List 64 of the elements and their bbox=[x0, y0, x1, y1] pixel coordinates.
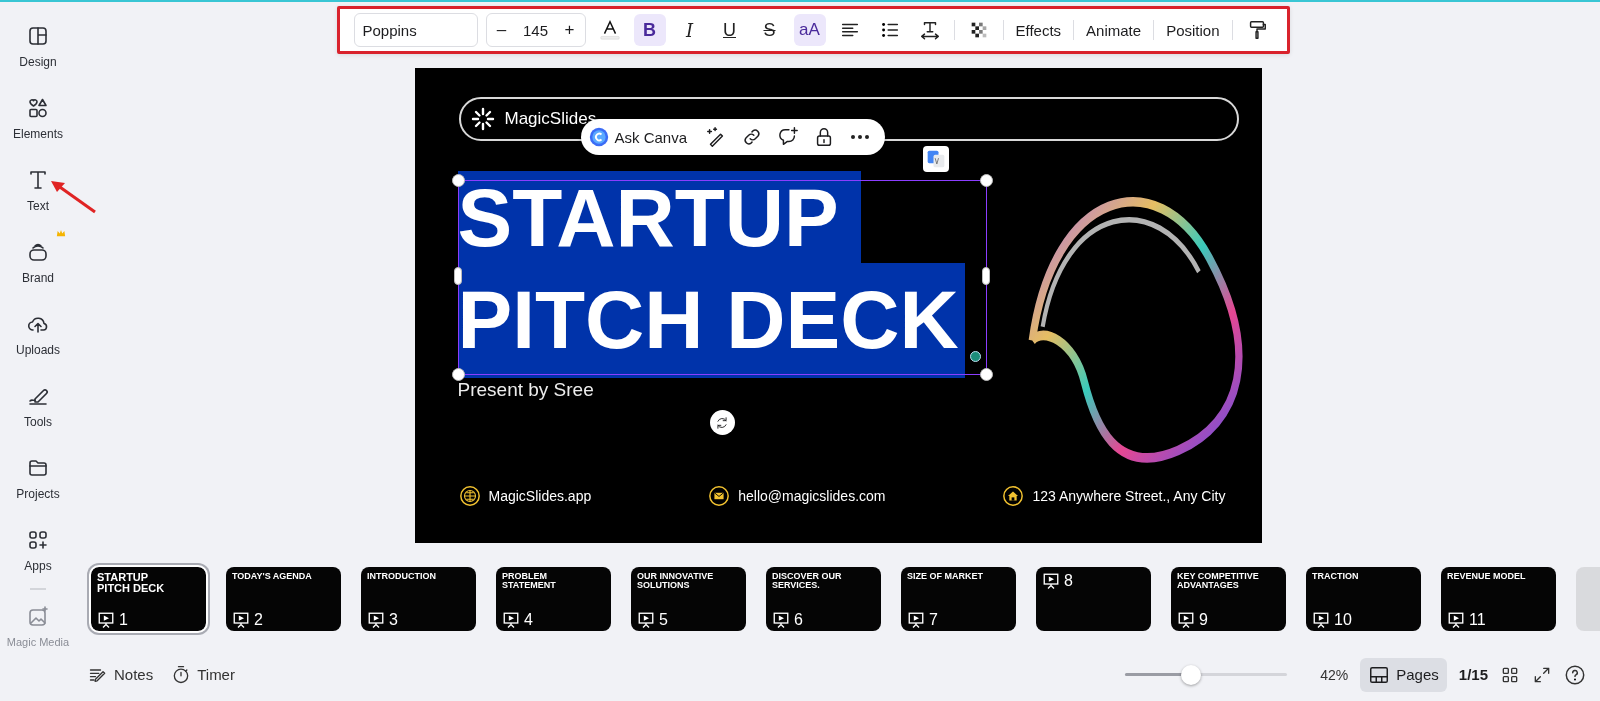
thumbnail-title: INTRODUCTION bbox=[367, 572, 437, 582]
page-number: 2 bbox=[254, 611, 263, 629]
thumbnail-title: PROBLEM STATEMENT bbox=[502, 572, 557, 591]
page-number: 4 bbox=[524, 611, 533, 629]
page-number: 10 bbox=[1334, 611, 1352, 629]
font-dropdown[interactable]: Poppins bbox=[353, 13, 478, 47]
page-number: 6 bbox=[794, 611, 803, 629]
decrease-button[interactable]: – bbox=[492, 20, 511, 40]
sidebar-item[interactable]: Apps bbox=[2, 528, 74, 573]
timer-button[interactable]: Timer bbox=[171, 664, 235, 685]
sidebar-item[interactable]: Brand bbox=[2, 240, 74, 285]
contact-text: MagicSlides.app bbox=[488, 488, 592, 504]
selected-title-text: PITCH DECK bbox=[457, 263, 965, 378]
page-number: 11 bbox=[1469, 611, 1486, 629]
strikethrough-button[interactable]: S bbox=[753, 14, 786, 46]
ask-canva-button[interactable]: Ask Canva bbox=[588, 127, 688, 147]
selected-title-text: STARTUP bbox=[457, 171, 861, 263]
contact-text: hello@magicslides.com bbox=[738, 488, 886, 504]
sidebar-item[interactable]: Design bbox=[2, 24, 74, 69]
toolbar-button[interactable]: Effects bbox=[1011, 21, 1066, 39]
page-number: 9 bbox=[1199, 611, 1208, 629]
italic-button[interactable]: I bbox=[673, 14, 706, 46]
page-thumbnail[interactable]: TRACTION 10 bbox=[1306, 567, 1421, 631]
page-thumbnail[interactable]: SIZE OF MARKET 7 bbox=[901, 567, 1016, 631]
increase-button[interactable]: + bbox=[560, 20, 579, 40]
zoom-percentage: 42% bbox=[1319, 666, 1349, 683]
page-thumbnail[interactable]: DISCOVER OUR SERVICES. 6 bbox=[766, 567, 881, 631]
page-counter: 1/15 bbox=[1458, 666, 1488, 683]
page-thumbnail[interactable]: REVENUE MODEL 11 bbox=[1441, 567, 1556, 631]
page-thumbnail[interactable]: PROBLEM STATEMENT 4 bbox=[496, 567, 611, 631]
page-number: 5 bbox=[659, 611, 668, 629]
letter-case-button[interactable]: aA bbox=[793, 14, 826, 46]
thumbnail-title: STARTUP PITCH DECK bbox=[97, 572, 166, 594]
toolbar-button[interactable]: Animate bbox=[1082, 21, 1146, 39]
toolbar-button[interactable]: Position bbox=[1162, 21, 1224, 39]
notes-button[interactable]: Notes bbox=[88, 664, 154, 685]
bold-button[interactable]: B bbox=[633, 14, 666, 46]
page-thumbnail[interactable]: INTRODUCTION 3 bbox=[361, 567, 476, 631]
sidebar-item[interactable]: Elements bbox=[2, 96, 74, 141]
page-thumbnail[interactable]: KEY COMPETITIVE ADVANTAGES 9 bbox=[1171, 567, 1286, 631]
page-number: 8 bbox=[1064, 572, 1073, 590]
sidebar-item[interactable]: Tools bbox=[2, 384, 74, 429]
page-number: 7 bbox=[929, 611, 938, 629]
sidebar-item[interactable]: Uploads bbox=[2, 312, 74, 357]
sidebar-item[interactable]: Text bbox=[2, 168, 74, 213]
font-size-control[interactable]: – 145 + bbox=[485, 13, 586, 47]
pages-button[interactable]: Pages bbox=[1360, 657, 1447, 692]
page-thumbnail[interactable]: OUR INNOVATIVE SOLUTIONS 5 bbox=[631, 567, 746, 631]
page-thumbnail[interactable]: 8 bbox=[1036, 567, 1151, 631]
thumbnail-title: REVENUE MODEL bbox=[1447, 572, 1527, 582]
contact-text: 123 Anywhere Street., Any City bbox=[1032, 488, 1226, 504]
thumbnail-title: KEY COMPETITIVE ADVANTAGES bbox=[1177, 572, 1260, 591]
subtitle-text: Present by Sree bbox=[457, 379, 594, 401]
thumbnail-title: DISCOVER OUR SERVICES. bbox=[772, 572, 843, 591]
underline-button[interactable]: U bbox=[713, 14, 746, 46]
page-number: 1 bbox=[119, 611, 128, 629]
thumbnail-title: OUR INNOVATIVE SOLUTIONS bbox=[637, 572, 715, 591]
thumbnail-title: TRACTION bbox=[1312, 572, 1360, 582]
page-number: 3 bbox=[389, 611, 398, 629]
page-thumbnail[interactable]: TODAY'S AGENDA 2 bbox=[226, 567, 341, 631]
thumbnail-title: SIZE OF MARKET bbox=[907, 572, 984, 582]
font-size-value: 145 bbox=[522, 21, 549, 39]
thumbnail-title: TODAY'S AGENDA bbox=[232, 572, 313, 582]
sidebar-item[interactable]: Projects bbox=[2, 456, 74, 501]
